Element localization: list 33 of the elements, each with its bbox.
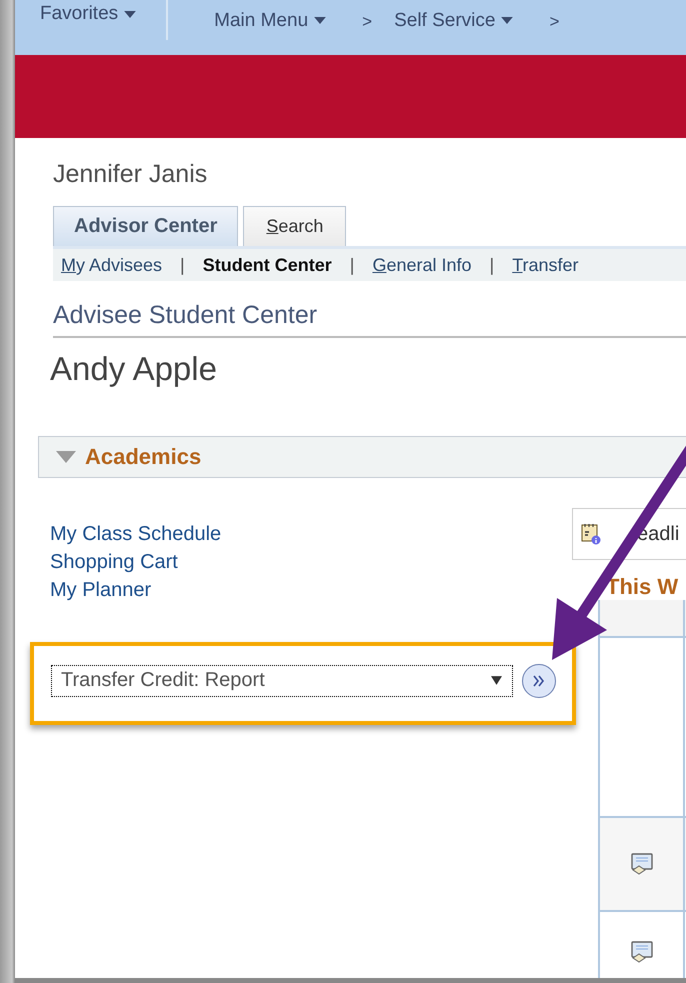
link-separator: | — [350, 254, 354, 276]
dropdown-arrow-icon — [491, 676, 502, 685]
double-chevron-icon — [532, 674, 546, 686]
sub-nav-link[interactable]: General Info — [372, 254, 472, 276]
caret-icon — [314, 17, 326, 24]
sub-nav-link[interactable]: My Advisees — [61, 254, 162, 276]
link-separator: | — [180, 254, 185, 276]
class-detail-icon[interactable] — [630, 853, 654, 875]
week-heading: This W — [606, 574, 680, 600]
menu-item[interactable]: Self Service — [394, 10, 514, 46]
caret-icon — [501, 17, 514, 24]
collapse-triangle-icon — [56, 451, 76, 463]
menu-item[interactable]: Main Menu — [214, 10, 326, 46]
student-name: Andy Apple — [50, 350, 218, 388]
go-button[interactable] — [522, 664, 556, 698]
tab[interactable]: Advisor Center — [53, 206, 238, 246]
caret-icon — [124, 10, 136, 18]
class-detail-icon[interactable] — [630, 941, 654, 963]
calendar-info-icon — [581, 523, 601, 545]
page-title: Advisee Student Center — [53, 301, 686, 338]
academic-link[interactable]: Shopping Cart — [50, 548, 572, 576]
academic-link[interactable]: My Planner — [50, 576, 572, 604]
sub-nav-link[interactable]: Student Center — [202, 254, 332, 276]
user-name: Jennifer Janis — [53, 160, 208, 190]
action-dropdown[interactable]: Transfer Credit: Report — [51, 664, 513, 696]
section-header[interactable]: Academics — [38, 436, 686, 478]
link-separator: | — [490, 254, 494, 276]
sub-nav-link[interactable]: Transfer — [512, 254, 579, 276]
breadcrumb-separator: > — [549, 12, 560, 32]
academic-link[interactable]: My Class Schedule — [50, 520, 572, 548]
section-title: Academics — [85, 444, 202, 470]
breadcrumb-separator: > — [362, 12, 372, 32]
tab[interactable]: Search — [243, 206, 346, 246]
